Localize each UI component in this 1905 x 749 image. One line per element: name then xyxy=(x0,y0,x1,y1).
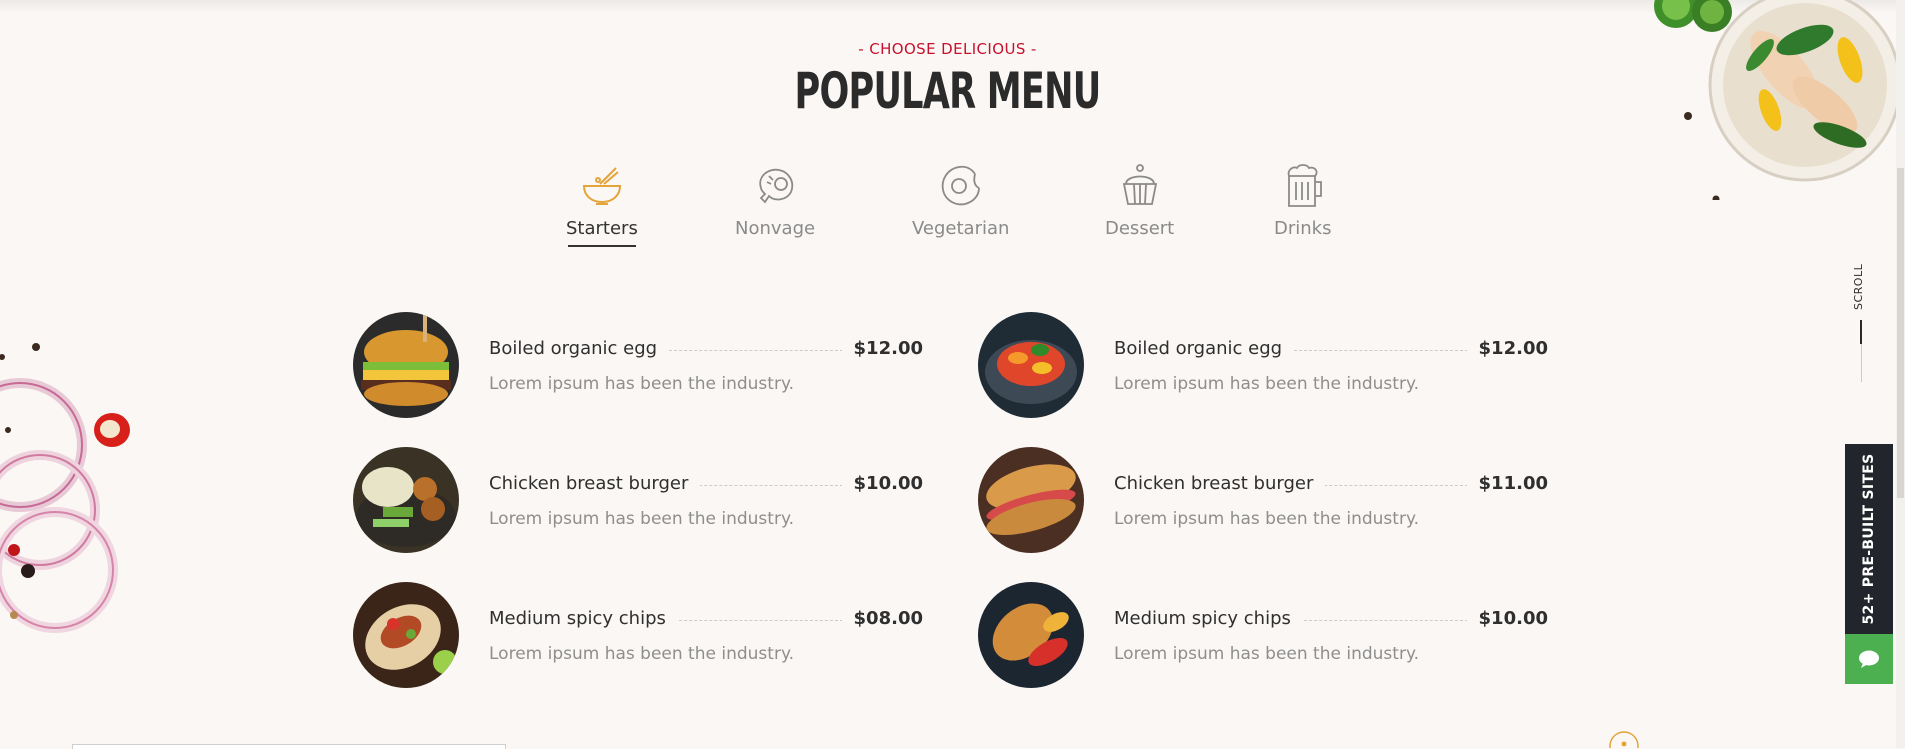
menu-item-name: Medium spicy chips xyxy=(1114,608,1303,629)
menu-item[interactable]: Boiled organic egg $12.00 Lorem ipsum ha… xyxy=(978,312,1548,422)
section-title: POPULAR MENU xyxy=(794,62,1102,120)
tab-label: Drinks xyxy=(1274,218,1332,239)
chat-bubble-icon xyxy=(1859,650,1879,668)
menu-item-description: Lorem ipsum has been the industry. xyxy=(489,644,794,664)
scroll-thumb xyxy=(1860,320,1862,344)
section-subtitle: - CHOOSE DELICIOUS - xyxy=(858,40,1037,58)
tab-label: Starters xyxy=(566,218,638,239)
menu-item-price: $12.00 xyxy=(841,338,923,359)
food-thumbnail xyxy=(978,447,1084,553)
tab-nonvage[interactable]: Nonvage xyxy=(735,162,815,239)
next-section-edge xyxy=(72,744,506,749)
menu-item-name: Chicken breast burger xyxy=(489,473,701,494)
menu-item-price: $10.00 xyxy=(841,473,923,494)
food-thumbnail xyxy=(978,582,1084,688)
onion-decoration xyxy=(0,343,130,633)
food-thumbnail xyxy=(353,582,459,688)
page-scrollbar-thumb[interactable] xyxy=(1897,168,1904,498)
cupcake-icon xyxy=(1122,164,1157,205)
menu-category-tabs: Starters Nonvage Vegetarian Dessert Drin… xyxy=(0,162,1905,252)
tab-dessert[interactable]: Dessert xyxy=(1105,162,1174,239)
prebuilt-sites-label: 52+ PRE-BUILT SITES xyxy=(1861,453,1877,625)
menu-item-price: $12.00 xyxy=(1466,338,1548,359)
food-thumbnail xyxy=(978,312,1084,418)
menu-item-description: Lorem ipsum has been the industry. xyxy=(1114,509,1419,529)
menu-item-description: Lorem ipsum has been the industry. xyxy=(1114,644,1419,664)
menu-item[interactable]: Boiled organic egg $12.00 Lorem ipsum ha… xyxy=(353,312,923,422)
menu-item-name: Boiled organic egg xyxy=(1114,338,1295,359)
tab-label: Vegetarian xyxy=(912,218,1010,239)
food-thumbnail xyxy=(353,312,459,418)
menu-item-name: Chicken breast burger xyxy=(1114,473,1326,494)
meat-icon xyxy=(759,168,794,204)
prebuilt-sites-button[interactable]: 52+ PRE-BUILT SITES xyxy=(1845,444,1893,634)
menu-item-price: $08.00 xyxy=(841,608,923,629)
menu-item[interactable]: Medium spicy chips $08.00 Lorem ipsum ha… xyxy=(353,582,923,692)
menu-item[interactable]: Chicken breast burger $10.00 Lorem ipsum… xyxy=(353,447,923,557)
menu-item[interactable]: Chicken breast burger $11.00 Lorem ipsum… xyxy=(978,447,1548,557)
beer-mug-icon xyxy=(1287,164,1322,207)
food-thumbnail xyxy=(353,447,459,553)
circle-outline-decoration xyxy=(1609,731,1639,748)
menu-item-description: Lorem ipsum has been the industry. xyxy=(489,374,794,394)
menu-item-name: Medium spicy chips xyxy=(489,608,678,629)
bowl-icon xyxy=(582,167,621,205)
menu-item[interactable]: Medium spicy chips $10.00 Lorem ipsum ha… xyxy=(978,582,1548,692)
cabbage-icon xyxy=(941,165,980,206)
menu-item-price: $11.00 xyxy=(1466,473,1548,494)
tab-drinks[interactable]: Drinks xyxy=(1274,162,1331,239)
menu-item-name: Boiled organic egg xyxy=(489,338,670,359)
page-scrollbar[interactable] xyxy=(1896,0,1905,748)
chat-button[interactable] xyxy=(1845,634,1893,684)
tab-starters[interactable]: Starters xyxy=(566,162,638,247)
tab-label: Dessert xyxy=(1105,218,1175,239)
tab-vegetarian[interactable]: Vegetarian xyxy=(912,162,1009,239)
menu-item-price: $10.00 xyxy=(1466,608,1548,629)
scroll-label: SCROLL xyxy=(1852,263,1865,310)
tab-label: Nonvage xyxy=(735,218,816,239)
menu-item-description: Lorem ipsum has been the industry. xyxy=(489,509,794,529)
active-tab-underline xyxy=(567,245,636,247)
menu-item-description: Lorem ipsum has been the industry. xyxy=(1114,374,1419,394)
